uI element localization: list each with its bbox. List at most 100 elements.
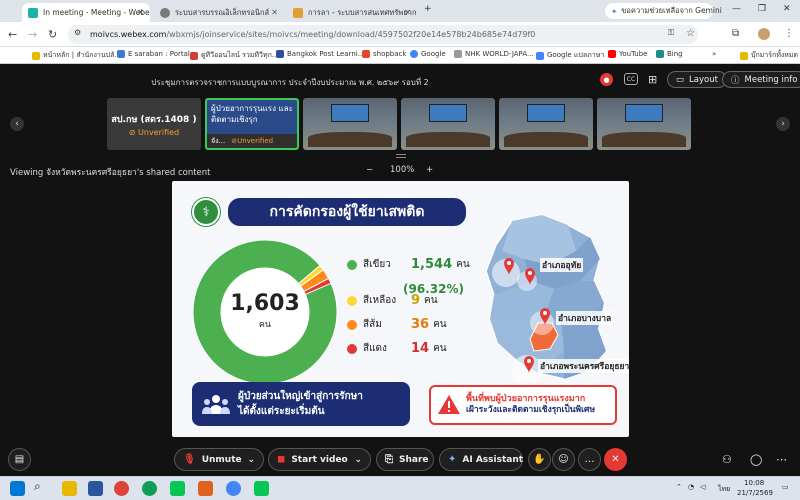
bookmark-item[interactable]: shopback (362, 50, 406, 58)
layout-label: Layout (689, 74, 718, 85)
layout-button[interactable]: ▭ Layout (667, 71, 727, 88)
raise-hand-icon[interactable]: ✋ (528, 448, 551, 471)
bookmark-item[interactable]: E saraban : Portal (117, 50, 190, 58)
tab-saraban[interactable]: ระบบสารบรรณอิเล็กทรอนิกส์ ✕ (154, 3, 284, 22)
chat-icon[interactable]: ◯ (750, 453, 762, 466)
document-favicon-icon (293, 7, 303, 18)
bookmarks-overflow-icon[interactable]: » (712, 50, 716, 58)
bookmark-star-icon[interactable]: ☆ (686, 28, 695, 39)
ai-assistant-button[interactable]: ✦ AI Assistant (439, 448, 523, 471)
input-language[interactable]: ไทย (718, 484, 730, 495)
bookmark-item[interactable]: Bangkok Post Learni... (276, 50, 364, 58)
red-dot-icon (347, 343, 357, 354)
app-icon[interactable] (198, 481, 213, 496)
line-2-icon[interactable] (254, 481, 269, 496)
map-svg (485, 214, 607, 387)
chat-toggle-icon[interactable]: ▤ (8, 448, 31, 471)
start-video-button[interactable]: ◼ Start video ⌄ (268, 448, 371, 471)
bookmark-item[interactable]: หน้าหลัก | สำนักงานปลั... (32, 50, 121, 61)
close-tab-icon[interactable]: ✕ (271, 8, 278, 17)
browser-tab-bar: In meeting - Meeting - Webe ✕ ระบบสารบรร… (0, 0, 800, 22)
minimize-icon[interactable]: — (732, 4, 741, 14)
notification-icon[interactable]: ▭ (782, 483, 789, 491)
back-icon[interactable]: ← (8, 28, 17, 41)
bookmark-item[interactable]: Google (410, 50, 446, 58)
participant-video-tile[interactable] (499, 98, 593, 150)
participant-name: สป.กษ (สดร.1408 ) (111, 114, 197, 125)
more-options-icon[interactable]: … (578, 448, 601, 471)
strip-resize-handle[interactable] (396, 154, 406, 158)
strip-prev-icon[interactable]: ‹ (10, 117, 24, 131)
reactions-emoji-icon[interactable]: ☺ (552, 448, 575, 471)
wifi-icon[interactable]: ◔ (688, 483, 694, 491)
legend-value: 9 (411, 293, 421, 308)
unmute-button[interactable]: 🎙 Unmute ⌄ (174, 448, 264, 471)
menu-kebab-icon[interactable]: ⋮ (784, 28, 794, 39)
tab-leave-system[interactable]: การลา - ระบบสารสนเทศทรัพยากรบุ ✕ (287, 3, 417, 22)
participant-video-tile[interactable] (401, 98, 495, 150)
participant-tile-active[interactable]: ผู้ป่วยอาการรุนแรง และติดตามเชิงรุก จัง.… (205, 98, 299, 150)
chrome-icon[interactable] (114, 481, 129, 496)
treatment-callout: ผู้ป่วยส่วนใหญ่เข้าสู่การรักษา ได้ตั้งแต… (192, 382, 410, 426)
map-label-phra-nakhon-si-ayutthaya: อำเภอพระนครศรีอยุธยา (538, 359, 629, 373)
bookmark-item[interactable]: YouTube (608, 50, 647, 58)
close-tab-icon[interactable]: ✕ (404, 8, 411, 17)
strip-next-icon[interactable]: › (776, 117, 790, 131)
slide-title: การคัดกรองผู้ใช้ยาเสพติด (228, 198, 466, 226)
leave-meeting-button[interactable]: ✕ (604, 448, 627, 471)
profile-avatar[interactable] (758, 28, 770, 40)
participant-video-tile[interactable] (303, 98, 397, 150)
gemini-help-button[interactable]: ✦ ขอความช่วยเหลือจาก Gemini (605, 3, 722, 19)
zoom-out-button[interactable]: − (366, 165, 373, 175)
shared-preview: ผู้ป่วยอาการรุนแรง และติดตามเชิงรุก (207, 100, 297, 136)
bookmark-item[interactable]: Google แปลภาษา (536, 50, 604, 61)
chevron-down-icon[interactable]: ⌄ (247, 455, 255, 465)
legend-name: สีส้ม (363, 319, 382, 330)
tray-chevron-icon[interactable]: ⌃ (676, 483, 682, 491)
search-icon[interactable]: ⌕ (34, 479, 49, 494)
captions-icon[interactable]: CC (624, 73, 638, 85)
bookmark-item[interactable]: Bing (656, 50, 683, 58)
word-icon[interactable] (88, 481, 103, 496)
windows-start-icon[interactable] (10, 481, 25, 496)
file-explorer-icon[interactable] (62, 481, 77, 496)
chevron-down-icon[interactable]: ⌄ (354, 455, 362, 465)
news-icon (276, 50, 284, 58)
reactions-icon[interactable]: ⊞ (648, 73, 657, 86)
youtube-icon (608, 50, 616, 58)
close-window-icon[interactable]: ✕ (783, 4, 791, 14)
share-button[interactable]: ⎘ Share (376, 448, 434, 471)
folder-icon (740, 51, 748, 60)
clock-time[interactable]: 10:08 (744, 479, 764, 487)
new-tab-icon[interactable]: + (424, 4, 432, 14)
participant-tile[interactable]: สป.กษ (สดร.1408 ) ⊘ Unverified (107, 98, 201, 150)
meeting-info-button[interactable]: ⓘ Meeting info (722, 71, 800, 88)
clock-date[interactable]: 21/7/2569 (737, 489, 773, 497)
close-tab-icon[interactable]: ✕ (137, 8, 144, 17)
edge-icon[interactable] (142, 481, 157, 496)
site-info-icon[interactable]: ⚙ (74, 28, 81, 37)
line-icon[interactable] (170, 481, 185, 496)
zoom-in-button[interactable]: + (426, 165, 433, 175)
bookmark-item[interactable]: ดูทีวีออนไลน์ รวมทีวีทุก... (190, 50, 278, 61)
url-input[interactable]: moivcs.webex.com/wbxmjs/joinservice/site… (68, 25, 698, 44)
more-panels-icon[interactable]: ⋯ (776, 453, 787, 466)
bookmark-item[interactable]: NHK WORLD-JAPA... (454, 50, 534, 58)
speaker-icon[interactable]: ◁ (700, 483, 705, 491)
all-bookmarks[interactable]: บุ๊กมาร์กทั้งหมด (740, 50, 798, 61)
password-key-icon[interactable]: ⚿ (668, 28, 674, 38)
extensions-icon[interactable]: ⧉ (732, 28, 739, 39)
legend-red: สีแดง 14 คน (347, 341, 447, 356)
participant-video-tile[interactable] (597, 98, 691, 150)
legend-value: 14 (411, 341, 430, 356)
chrome-active-icon[interactable] (226, 481, 241, 496)
forward-icon[interactable]: → (28, 28, 37, 41)
bookmarks-bar: หน้าหลัก | สำนักงานปลั... E saraban : Po… (0, 47, 800, 64)
tab-title: การลา - ระบบสารสนเทศทรัพยากรบุ (308, 7, 417, 17)
tab-webex-meeting[interactable]: In meeting - Meeting - Webe ✕ (22, 3, 150, 22)
reload-icon[interactable]: ↻ (48, 28, 57, 41)
maximize-icon[interactable]: ❐ (758, 4, 766, 14)
legend-orange: สีส้ม 36 คน (347, 317, 447, 332)
bookmark-label: YouTube (619, 50, 648, 58)
participants-icon[interactable]: ⚇ (722, 453, 732, 466)
